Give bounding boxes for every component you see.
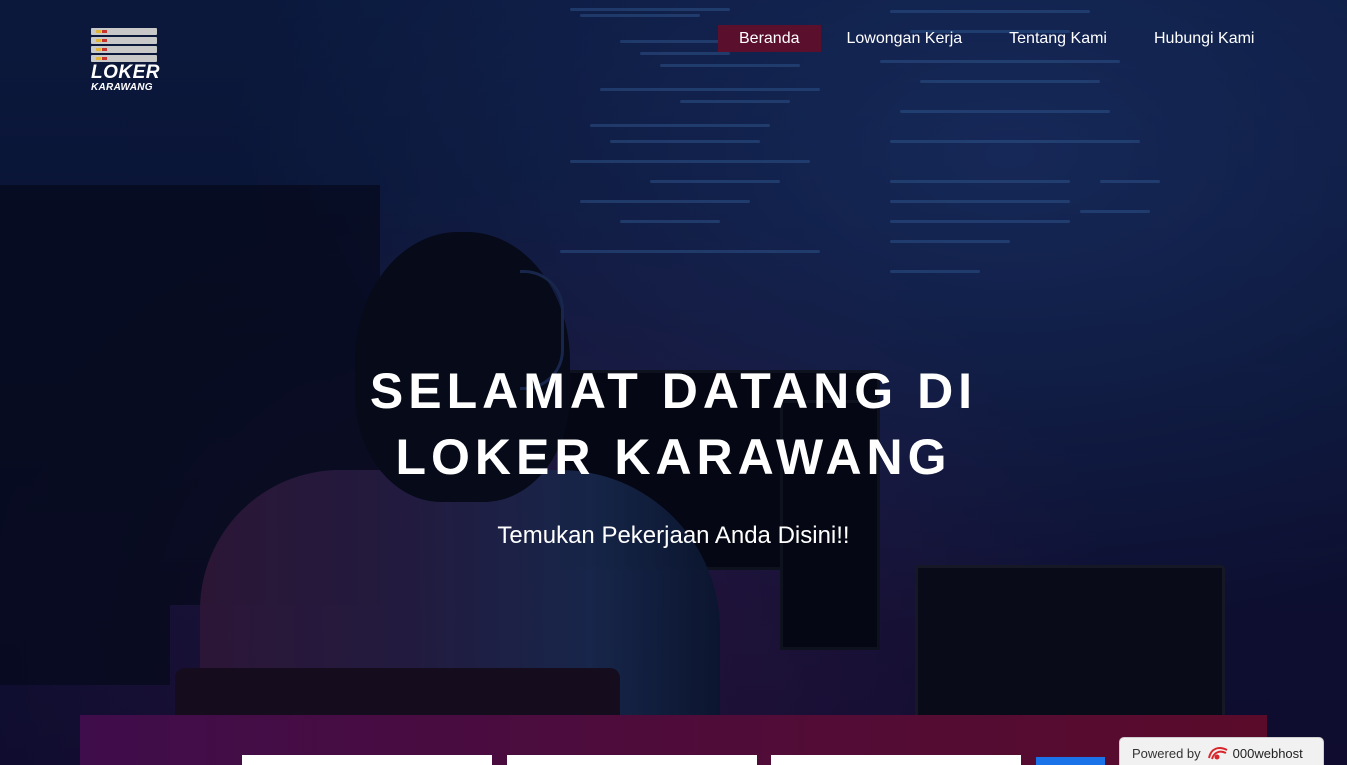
hero-title: SELAMAT DATANG DI LOKER KARAWANG (0, 358, 1347, 490)
webhost-logo-icon (1207, 747, 1228, 760)
main-navigation: Beranda Lowongan Kerja Tentang Kami Hubu… (718, 25, 1275, 52)
search-keyword-input[interactable] (242, 755, 492, 765)
site-logo[interactable]: LOKER KARAWANG (91, 28, 161, 108)
nav-item-tentang-kami[interactable]: Tentang Kami (988, 25, 1128, 52)
powered-by-label: Powered by (1132, 745, 1201, 761)
logo-server-bar (91, 28, 157, 35)
search-category-input[interactable] (771, 755, 1021, 765)
nav-item-hubungi-kami[interactable]: Hubungi Kami (1133, 25, 1276, 52)
powered-by-brand: 000webhost (1232, 745, 1303, 761)
search-location-input[interactable] (507, 755, 757, 765)
nav-item-beranda[interactable]: Beranda (718, 25, 821, 52)
hero-subtitle: Temukan Pekerjaan Anda Disini!! (497, 522, 850, 549)
logo-server-bar (91, 55, 157, 62)
logo-server-bar (91, 37, 157, 44)
hero-title-line-1: SELAMAT DATANG DI (369, 363, 978, 419)
search-button[interactable] (1036, 757, 1105, 765)
logo-text-main: LOKER (91, 62, 160, 83)
powered-by-badge[interactable]: Powered by 000webhost (1119, 737, 1324, 765)
nav-item-lowongan-kerja[interactable]: Lowongan Kerja (826, 25, 984, 52)
logo-server-bar (91, 46, 157, 53)
hero-title-line-2: LOKER KARAWANG (395, 429, 952, 485)
logo-text-sub: KARAWANG (91, 82, 153, 93)
